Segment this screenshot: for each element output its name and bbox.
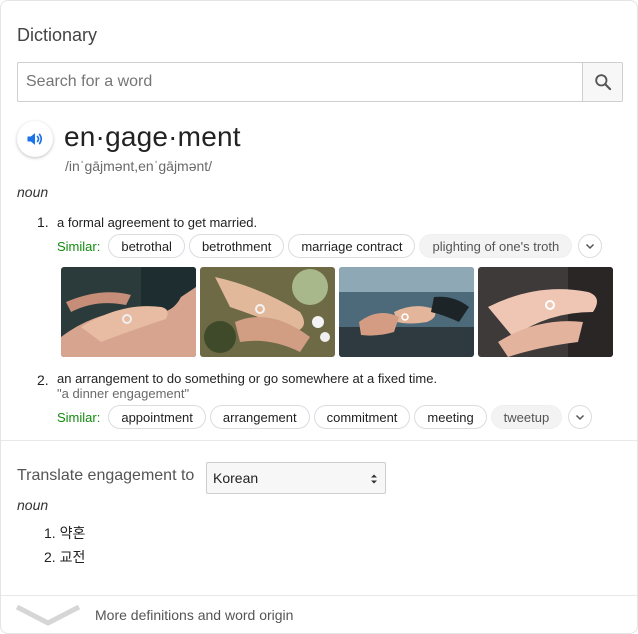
similar-chip[interactable]: plighting of one's troth xyxy=(419,234,573,258)
engagement-image-2[interactable] xyxy=(200,267,335,357)
more-definitions-link[interactable]: More definitions and word origin xyxy=(1,596,637,633)
similar-chip[interactable]: appointment xyxy=(108,405,206,429)
search-icon xyxy=(594,74,611,91)
search-input[interactable] xyxy=(18,63,582,101)
image-strip xyxy=(61,267,613,357)
similar-chip[interactable]: arrangement xyxy=(209,405,310,429)
translation-item: 1. 약혼 xyxy=(44,523,85,543)
section-divider xyxy=(1,440,637,441)
similar-words-row: Similar: appointment arrangement commitm… xyxy=(57,404,593,430)
translation-number: 1. xyxy=(44,525,56,541)
translation-item: 2. 교전 xyxy=(44,547,85,567)
similar-chip[interactable]: betrothal xyxy=(108,234,185,258)
translate-label: Translate engagement to xyxy=(17,467,195,484)
similar-chip[interactable]: betrothment xyxy=(188,234,285,258)
phonetic-transcription: /inˈɡājmənt,enˈɡājmənt/ xyxy=(65,158,213,174)
select-arrows-icon xyxy=(371,474,377,484)
expand-similar-button[interactable] xyxy=(568,405,593,429)
definition-number: 2. xyxy=(37,372,49,388)
engagement-image-3[interactable] xyxy=(339,267,474,357)
speaker-icon xyxy=(27,133,43,145)
similar-label: Similar: xyxy=(57,238,101,254)
translation-text: 약혼 xyxy=(59,525,86,541)
similar-label: Similar: xyxy=(57,409,101,425)
translation-part-of-speech: noun xyxy=(17,497,49,513)
definition-number: 1. xyxy=(37,214,49,230)
similar-chip[interactable]: marriage contract xyxy=(288,234,416,258)
chevron-down-icon xyxy=(576,414,585,421)
dictionary-title: Dictionary xyxy=(17,25,98,45)
headword: en·gage·ment xyxy=(64,121,241,152)
language-select[interactable]: Korean xyxy=(206,462,386,494)
chevron-down-icon xyxy=(15,604,81,626)
dictionary-card: Dictionary en·gage·ment /inˈɡājmənt,enˈɡ… xyxy=(0,0,638,634)
expand-similar-button[interactable] xyxy=(578,234,603,258)
search-button[interactable] xyxy=(582,63,622,101)
definition-example: "a dinner engagement" xyxy=(57,386,190,401)
engagement-image-4[interactable] xyxy=(478,267,613,357)
chevron-down-icon xyxy=(586,243,595,250)
search-box xyxy=(17,62,623,102)
similar-words-row: Similar: betrothal betrothment marriage … xyxy=(57,233,603,259)
pronunciation-button[interactable] xyxy=(17,121,53,157)
part-of-speech: noun xyxy=(17,184,49,200)
definition-text: a formal agreement to get married. xyxy=(57,215,258,230)
more-definitions-label: More definitions and word origin xyxy=(95,607,294,623)
similar-chip[interactable]: commitment xyxy=(313,405,411,429)
engagement-image-1[interactable] xyxy=(61,267,196,357)
language-select-value: Korean xyxy=(213,470,259,486)
similar-chip[interactable]: meeting xyxy=(414,405,487,429)
similar-chip[interactable]: tweetup xyxy=(490,405,563,429)
translation-text: 교전 xyxy=(59,549,86,565)
definition-text: an arrangement to do something or go som… xyxy=(57,371,438,386)
translation-number: 2. xyxy=(44,549,56,565)
